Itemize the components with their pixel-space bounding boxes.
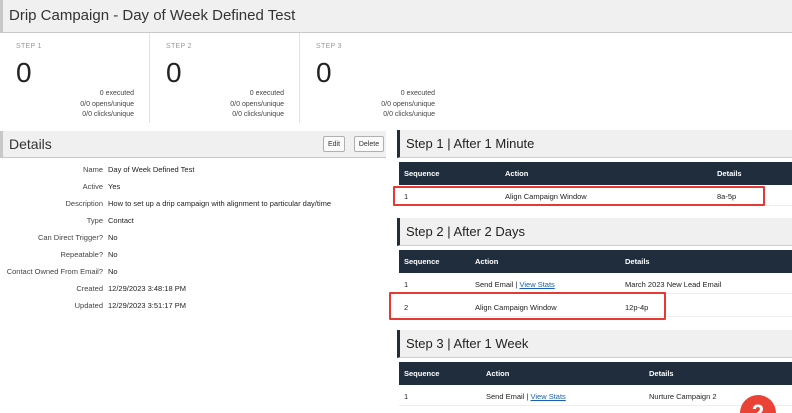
table-row[interactable]: 1 Send Email | View Stats Nurture Campai… xyxy=(399,385,792,406)
step-3-section-header: Step 3 | After 1 Week xyxy=(397,330,792,358)
column-action: Action xyxy=(505,169,529,178)
clicks-count: 0/0 clicks/unique xyxy=(383,111,435,118)
column-action: Action xyxy=(475,257,499,266)
clicks-count: 0/0 clicks/unique xyxy=(232,111,284,118)
detail-value: 12/29/2023 3:51:17 PM xyxy=(108,301,186,310)
action-text: Send Email | xyxy=(486,392,531,401)
step-count: 0 xyxy=(166,57,182,88)
detail-value: How to set up a drip campaign with align… xyxy=(108,199,332,208)
step-1-table-header: Sequence Action Details xyxy=(399,162,792,185)
step-2-section-header: Step 2 | After 2 Days xyxy=(397,218,792,246)
detail-value: Day of Week Defined Test xyxy=(108,165,195,174)
detail-value: 12/29/2023 3:48:18 PM xyxy=(108,284,186,293)
detail-row-active: Active Yes xyxy=(0,182,386,199)
row-action: Align Campaign Window xyxy=(505,192,587,201)
section-title: Step 3 | After 1 Week xyxy=(406,336,529,351)
row-sequence: 2 xyxy=(404,303,409,312)
step-1-stats: STEP 1 0 0 executed 0/0 opens/unique 0/0… xyxy=(0,33,150,123)
detail-key: Type xyxy=(86,216,103,225)
table-row[interactable]: 1 Align Campaign Window 8a-5p xyxy=(399,185,792,206)
executed-count: 0 executed xyxy=(249,90,284,97)
row-sequence: 1 xyxy=(404,192,409,201)
detail-key: Contact Owned From Email? xyxy=(6,267,103,276)
view-stats-link[interactable]: View Stats xyxy=(530,392,565,401)
step-3-table-header: Sequence Action Details xyxy=(399,362,792,385)
detail-value: Contact xyxy=(108,216,134,225)
column-details: Details xyxy=(717,169,742,178)
column-sequence: Sequence xyxy=(404,257,440,266)
step-2-stats: STEP 2 0 0 executed 0/0 opens/unique 0/0… xyxy=(150,33,300,123)
detail-key: Updated xyxy=(74,301,103,310)
column-sequence: Sequence xyxy=(404,169,440,178)
row-details: 12p-4p xyxy=(625,303,649,312)
step-count: 0 xyxy=(316,57,332,88)
details-title: Details xyxy=(9,136,52,152)
view-stats-link[interactable]: View Stats xyxy=(519,280,554,289)
opens-count: 0/0 opens/unique xyxy=(80,101,134,108)
step-label: STEP 3 xyxy=(316,43,342,50)
row-action: Send Email | View Stats xyxy=(486,392,566,401)
detail-key: Repeatable? xyxy=(60,250,103,259)
column-sequence: Sequence xyxy=(404,369,440,378)
table-row[interactable]: 2 Align Campaign Window 12p-4p xyxy=(399,296,792,317)
column-action: Action xyxy=(486,369,510,378)
step-1-section-header: Step 1 | After 1 Minute xyxy=(397,130,792,158)
row-action: Send Email | View Stats xyxy=(475,280,555,289)
row-details: March 2023 New Lead Email xyxy=(625,280,722,289)
detail-value: Yes xyxy=(108,182,121,191)
step-count: 0 xyxy=(16,57,32,88)
column-details: Details xyxy=(649,369,674,378)
clicks-count: 0/0 clicks/unique xyxy=(82,111,134,118)
detail-key: Name xyxy=(82,165,103,174)
table-row[interactable]: 1 Send Email | View Stats March 2023 New… xyxy=(399,273,792,294)
column-details: Details xyxy=(625,257,650,266)
opens-count: 0/0 opens/unique xyxy=(381,101,435,108)
executed-count: 0 executed xyxy=(99,90,134,97)
detail-row-repeatable: Repeatable? No xyxy=(0,250,386,267)
row-action: Align Campaign Window xyxy=(475,303,557,312)
page-header: Drip Campaign - Day of Week Defined Test xyxy=(0,0,792,33)
section-title: Step 2 | After 2 Days xyxy=(406,224,525,239)
page-title: Drip Campaign - Day of Week Defined Test xyxy=(9,7,296,24)
detail-value: No xyxy=(108,250,118,259)
detail-value: No xyxy=(108,233,118,242)
details-header: Details Edit Delete xyxy=(0,131,386,158)
step-label: STEP 1 xyxy=(16,43,42,50)
detail-row-created: Created 12/29/2023 3:48:18 PM xyxy=(0,284,386,301)
detail-key: Description xyxy=(65,199,103,208)
row-sequence: 1 xyxy=(404,280,409,289)
detail-row-type: Type Contact xyxy=(0,216,386,233)
step-label: STEP 2 xyxy=(166,43,192,50)
detail-row-direct-trigger: Can Direct Trigger? No xyxy=(0,233,386,250)
edit-button[interactable]: Edit xyxy=(323,136,345,152)
detail-row-name: Name Day of Week Defined Test xyxy=(0,165,386,182)
detail-key: Created xyxy=(76,284,103,293)
row-details: Nurture Campaign 2 xyxy=(649,392,717,401)
opens-count: 0/0 opens/unique xyxy=(230,101,284,108)
detail-row-owned-from-email: Contact Owned From Email? No xyxy=(0,267,386,284)
executed-count: 0 executed xyxy=(400,90,435,97)
detail-row-updated: Updated 12/29/2023 3:51:17 PM xyxy=(0,301,386,318)
action-text: Send Email | xyxy=(475,280,520,289)
detail-key: Can Direct Trigger? xyxy=(37,233,103,242)
row-sequence: 1 xyxy=(404,392,409,401)
step-3-stats: STEP 3 0 0 executed 0/0 opens/unique 0/0… xyxy=(300,33,450,123)
detail-value: No xyxy=(108,267,118,276)
detail-key: Active xyxy=(82,182,103,191)
step-2-table-header: Sequence Action Details xyxy=(399,250,792,273)
detail-row-description: Description How to set up a drip campaign… xyxy=(0,199,386,216)
delete-button[interactable]: Delete xyxy=(354,136,384,152)
section-title: Step 1 | After 1 Minute xyxy=(406,136,535,151)
row-details: 8a-5p xyxy=(717,192,737,201)
